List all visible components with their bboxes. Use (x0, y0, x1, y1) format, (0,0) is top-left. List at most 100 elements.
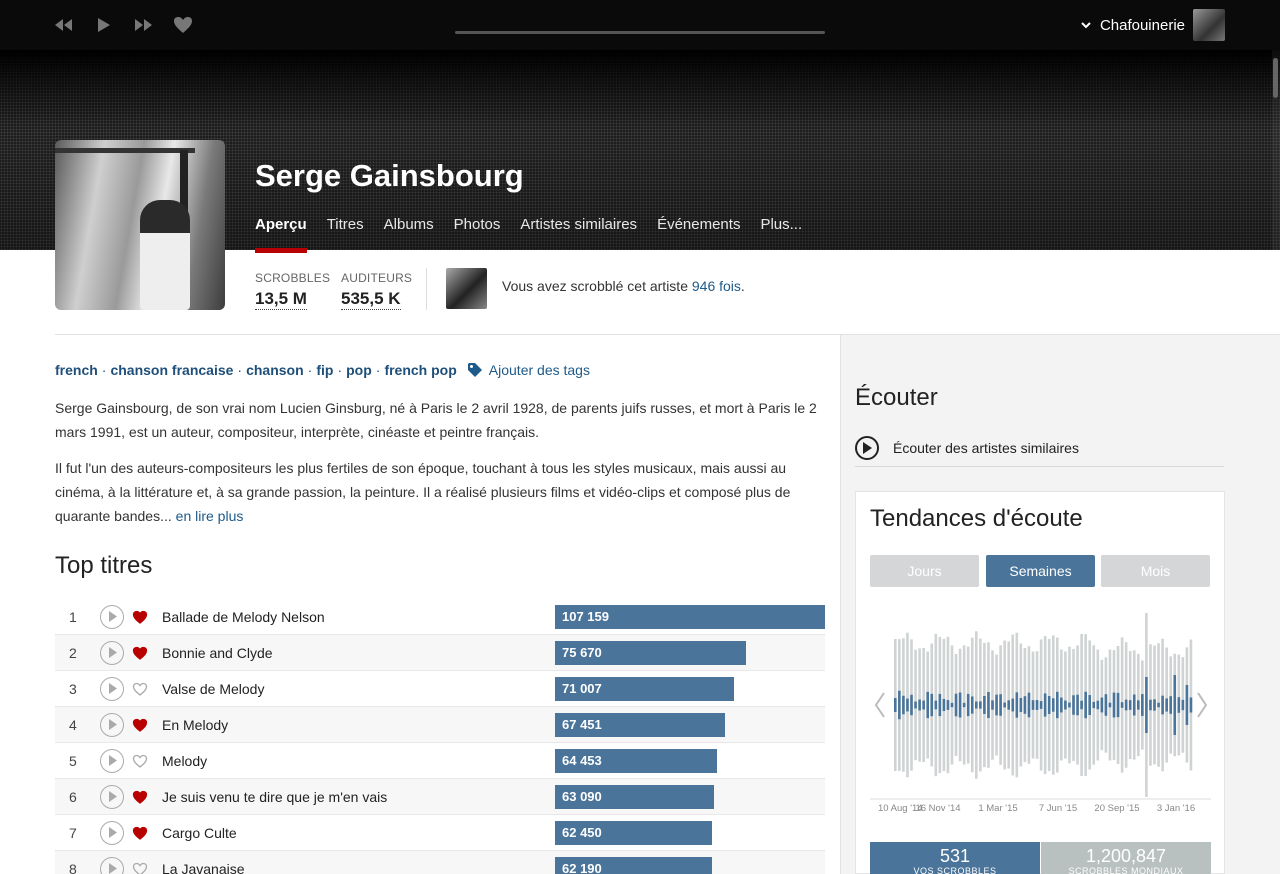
tab-photos[interactable]: Photos (454, 216, 501, 250)
user-trend-bar (1007, 700, 1010, 710)
love-heart-icon[interactable] (132, 609, 148, 625)
listeners-stat: AUDITEURS 535,5 K (341, 271, 412, 310)
user-trend-bar (1072, 695, 1075, 715)
tab-plus[interactable]: Plus... (760, 216, 802, 250)
track-play-button[interactable] (100, 856, 124, 874)
tab-apercu[interactable]: Aperçu (255, 216, 307, 253)
user-trend-bar (1165, 698, 1168, 712)
track-play-button[interactable] (100, 820, 124, 845)
track-play-button[interactable] (100, 604, 124, 629)
track-title[interactable]: Valse de Melody (162, 681, 264, 697)
user-mini-avatar[interactable] (446, 268, 487, 309)
love-heart-icon[interactable] (132, 825, 148, 841)
tag-item[interactable]: chanson (246, 362, 304, 378)
user-name: Chafouinerie (1099, 16, 1185, 34)
listeners-value: 535,5 K (341, 289, 401, 310)
play-icon (108, 755, 117, 766)
track-title[interactable]: Bonnie and Clyde (162, 645, 273, 661)
playback-progress[interactable] (455, 31, 825, 34)
track-play-button[interactable] (100, 784, 124, 809)
user-scrobble-suffix: . (740, 278, 745, 294)
user-trend-bar (962, 702, 966, 708)
love-heart-icon[interactable] (132, 753, 148, 769)
tag-item[interactable]: pop (346, 362, 372, 378)
user-trend-bar (1116, 692, 1120, 718)
chart-x-labels: 10 Aug '1416 Nov '14 1 Mar '15 7 Jun '15 20… (878, 803, 1195, 814)
photo-mic-boom (55, 148, 195, 153)
track-title[interactable]: Cargo Culte (162, 825, 237, 841)
scrobbles-label: SCROBBLES (255, 271, 331, 285)
track-play-button[interactable] (100, 640, 124, 665)
track-row[interactable]: 5 Melody 64 453 (55, 743, 825, 779)
chart-x-label: 1 Mar '15 (978, 803, 1017, 814)
track-row[interactable]: 1 Ballade de Melody Nelson 107 159 (55, 599, 825, 635)
track-row[interactable]: 4 En Melody 67 451 (55, 707, 825, 743)
read-more-link[interactable]: en lire plus (176, 508, 244, 524)
chart-prev-icon[interactable] (874, 692, 885, 718)
love-heart-icon[interactable] (132, 681, 148, 697)
track-rank: 8 (69, 860, 77, 874)
track-play-button[interactable] (100, 748, 124, 773)
love-heart-icon[interactable] (132, 717, 148, 733)
track-rank: 4 (69, 716, 77, 733)
scrollbar-thumb[interactable] (1273, 58, 1278, 98)
listen-similar-label: Écouter des artistes similaires (893, 440, 1079, 456)
next-icon[interactable] (132, 14, 154, 36)
world-total-label: SCROBBLES MONDIAUX (1068, 866, 1184, 874)
segment-mois[interactable]: Mois (1101, 555, 1210, 587)
track-play-button[interactable] (100, 712, 124, 737)
artist-photo[interactable] (55, 140, 225, 310)
user-trend-bar (1096, 700, 1100, 710)
user-trend-bar (1023, 696, 1027, 714)
add-tags-link[interactable]: Ajouter des tags (467, 362, 590, 378)
tab-artistes-similaires[interactable]: Artistes similaires (520, 216, 637, 250)
track-listeners-bar: 62 190 (555, 857, 712, 874)
track-title[interactable]: Melody (162, 753, 207, 769)
track-row[interactable]: 2 Bonnie and Clyde 75 670 (55, 635, 825, 671)
track-row[interactable]: 3 Valse de Melody 71 007 (55, 671, 825, 707)
tab-titres[interactable]: Titres (327, 216, 364, 250)
chart-next-icon[interactable] (1197, 692, 1208, 718)
user-trend-bar (1181, 699, 1185, 711)
segment-jours[interactable]: Jours (870, 555, 979, 587)
track-row[interactable]: 6 Je suis venu te dire que je m'en vais 63… (55, 779, 825, 815)
tab-evenements[interactable]: Événements (657, 216, 740, 250)
tag-item[interactable]: chanson francaise (110, 362, 233, 378)
track-play-button[interactable] (100, 676, 124, 701)
track-row[interactable]: 7 Cargo Culte 62 450 (55, 815, 825, 851)
play-icon[interactable] (93, 14, 115, 36)
love-heart-icon[interactable] (132, 789, 148, 805)
previous-icon[interactable] (53, 14, 75, 36)
tag-icon (467, 363, 482, 377)
track-title[interactable]: Ballade de Melody Nelson (162, 609, 325, 625)
track-title[interactable]: La Javanaise (162, 861, 245, 874)
chart-x-label: 7 Jun '15 (1039, 803, 1077, 814)
play-icon (108, 863, 117, 874)
tab-albums[interactable]: Albums (384, 216, 434, 250)
track-listeners-bar: 62 450 (555, 821, 712, 845)
track-listeners-bar: 67 451 (555, 713, 725, 737)
user-trend-bar (1060, 697, 1063, 713)
love-heart-icon[interactable] (132, 645, 148, 661)
scrobbles-stat: SCROBBLES 13,5 M (255, 271, 330, 310)
trends-title: Tendances d'écoute (870, 505, 1083, 532)
tag-item[interactable]: french pop (384, 362, 456, 378)
tag-item[interactable]: french (55, 362, 98, 378)
user-trend-bar (898, 690, 901, 720)
heart-icon[interactable] (172, 14, 194, 36)
segment-semaines[interactable]: Semaines (986, 555, 1095, 587)
track-title[interactable]: Je suis venu te dire que je m'en vais (162, 789, 387, 805)
artist-name: Serge Gainsbourg (255, 158, 524, 193)
play-icon (108, 611, 117, 622)
tag-separator: · (307, 362, 313, 378)
track-title[interactable]: En Melody (162, 717, 228, 733)
user-trend-bar (1137, 700, 1140, 710)
user-scrobble-link[interactable]: 946 fois (692, 278, 741, 294)
track-row[interactable]: 8 La Javanaise 62 190 (55, 851, 825, 874)
user-trend-bar (1027, 692, 1031, 718)
listen-similar-button[interactable]: Écouter des artistes similaires (855, 436, 1224, 467)
love-heart-icon[interactable] (132, 861, 148, 874)
photo-figure (140, 200, 190, 310)
tag-item[interactable]: fip (316, 362, 333, 378)
user-menu[interactable]: Chafouinerie (1080, 8, 1225, 42)
